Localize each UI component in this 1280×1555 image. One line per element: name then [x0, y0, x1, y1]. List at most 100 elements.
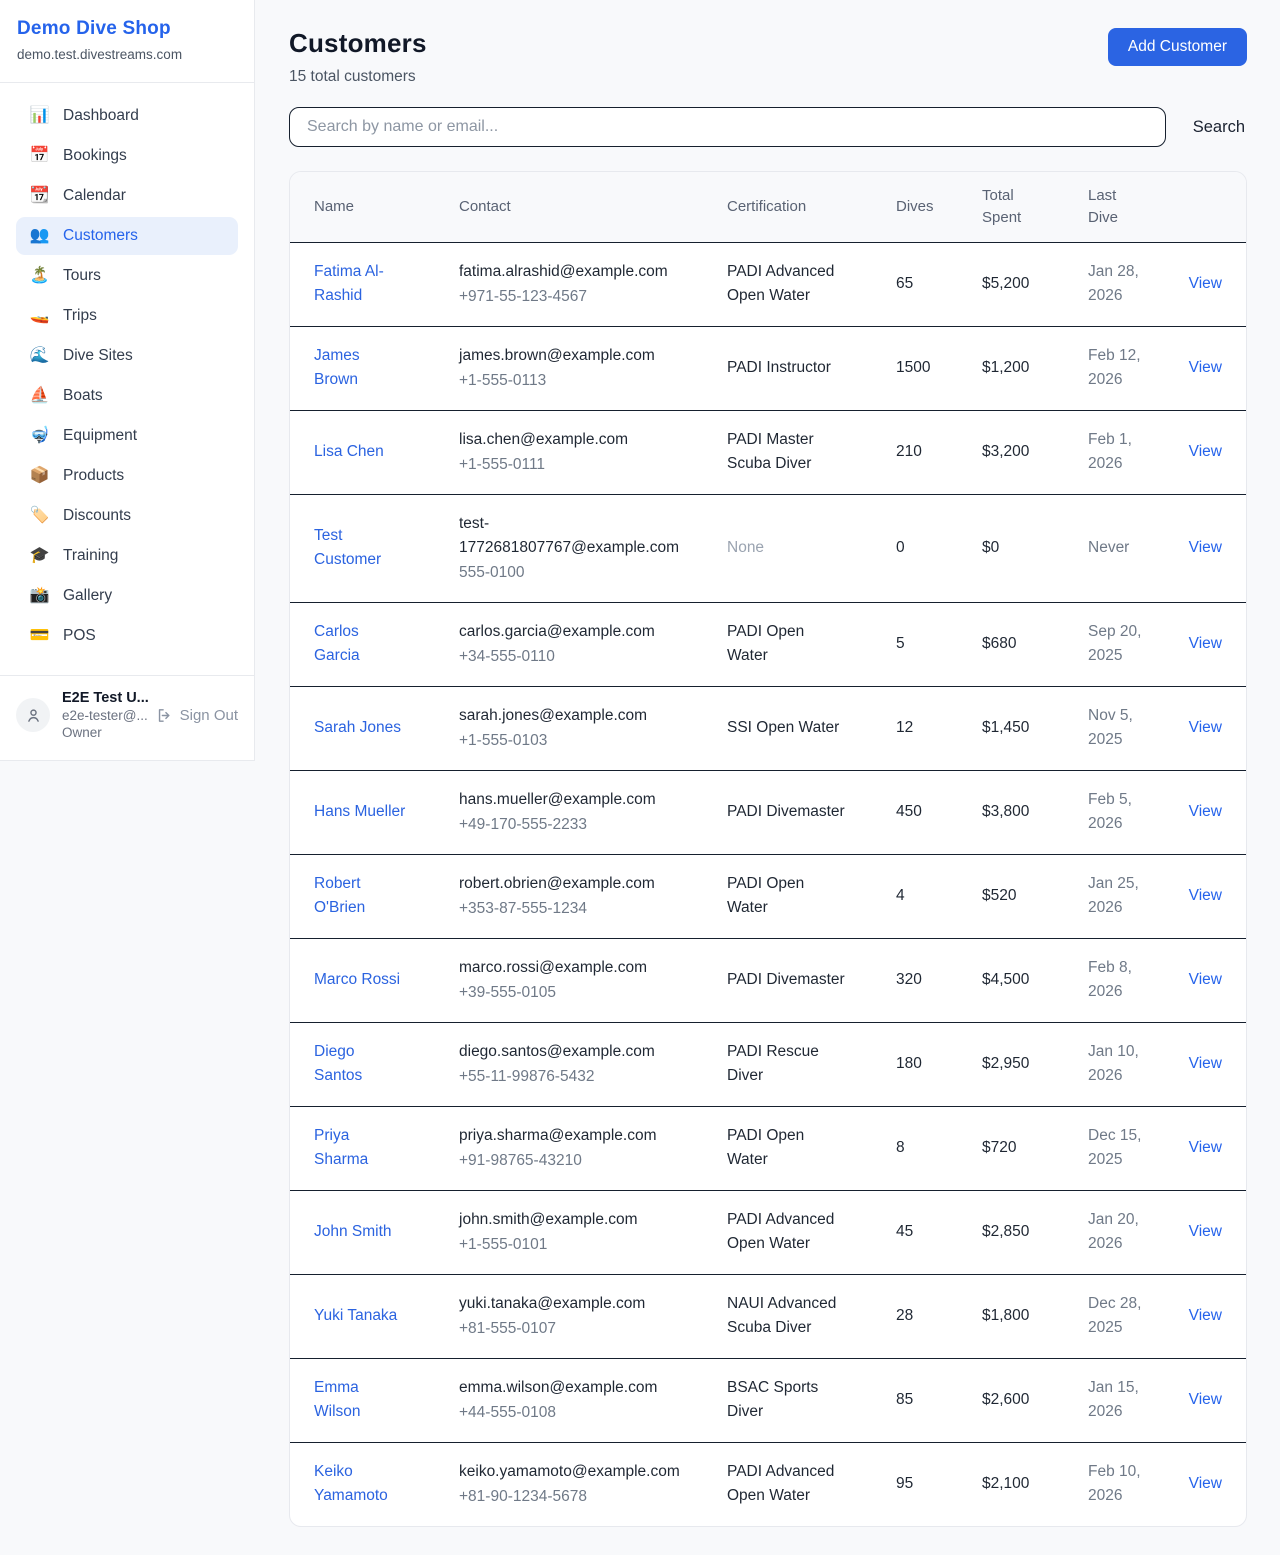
view-link[interactable]: View [1189, 1391, 1222, 1408]
customer-email: sarah.jones@example.com [459, 704, 647, 728]
sidebar-item-dashboard[interactable]: 📊 Dashboard [16, 97, 238, 135]
customer-contact: lisa.chen@example.com +1-555-0111 [459, 428, 628, 477]
user-email: e2e-tester@... [62, 708, 144, 723]
sidebar-item-trips[interactable]: 🚤 Trips [16, 297, 238, 335]
sidebar-item-label: Tours [63, 267, 101, 285]
view-link[interactable]: View [1189, 971, 1222, 988]
customer-name-link[interactable]: Fatima Al-Rashid [314, 260, 406, 308]
user-role: Owner [62, 725, 144, 740]
customer-name-link[interactable]: John Smith [314, 1220, 392, 1244]
sidebar-item-gallery[interactable]: 📸 Gallery [16, 577, 238, 615]
customer-name-link[interactable]: Test Customer [314, 524, 406, 572]
customer-last-dive: Jan 15, 2026 [1088, 1376, 1160, 1424]
view-link[interactable]: View [1189, 1307, 1222, 1324]
customer-email: priya.sharma@example.com [459, 1124, 657, 1148]
customer-name-link[interactable]: Marco Rossi [314, 968, 400, 992]
table-row: Sarah Jones sarah.jones@example.com +1-5… [290, 686, 1247, 770]
view-link[interactable]: View [1189, 803, 1222, 820]
customer-name-link[interactable]: Robert O'Brien [314, 872, 406, 920]
sidebar-header: Demo Dive Shop demo.test.divestreams.com [0, 0, 254, 83]
sidebar-nav: 📊 Dashboard 📅 Bookings 📆 Calendar 👥 Cust… [0, 83, 254, 665]
view-link[interactable]: View [1189, 719, 1222, 736]
column-header-actions [1181, 172, 1247, 242]
customer-name-link[interactable]: Lisa Chen [314, 440, 384, 464]
customer-total-spent: $2,100 [982, 1475, 1029, 1492]
column-header-contact: Contact [459, 172, 727, 242]
customer-dives: 85 [896, 1391, 913, 1408]
customer-certification: PADI Rescue Diver [727, 1040, 849, 1088]
customer-dives: 12 [896, 719, 913, 736]
customer-last-dive: Jan 28, 2026 [1088, 260, 1160, 308]
view-link[interactable]: View [1189, 635, 1222, 652]
customer-name-link[interactable]: Carlos Garcia [314, 620, 406, 668]
sidebar-item-pos[interactable]: 💳 POS [16, 617, 238, 655]
sidebar-item-calendar[interactable]: 📆 Calendar [16, 177, 238, 215]
customer-certification: PADI Instructor [727, 356, 831, 380]
sidebar-item-customers[interactable]: 👥 Customers [16, 217, 238, 255]
customer-total-spent: $2,850 [982, 1223, 1029, 1240]
customer-phone: +55-11-99876-5432 [459, 1065, 655, 1089]
customer-dives: 320 [896, 971, 922, 988]
view-link[interactable]: View [1189, 539, 1222, 556]
customer-phone: +971-55-123-4567 [459, 285, 668, 309]
table-row: Test Customer test-1772681807767@example… [290, 494, 1247, 602]
view-link[interactable]: View [1189, 1055, 1222, 1072]
customer-phone: +1-555-0113 [459, 369, 655, 393]
trips-icon: 🚤 [29, 308, 50, 324]
view-link[interactable]: View [1189, 359, 1222, 376]
customer-name-link[interactable]: Priya Sharma [314, 1124, 406, 1172]
sidebar: Demo Dive Shop demo.test.divestreams.com… [0, 0, 255, 761]
view-link[interactable]: View [1189, 1475, 1222, 1492]
sidebar-item-products[interactable]: 📦 Products [16, 457, 238, 495]
customer-name-link[interactable]: Keiko Yamamoto [314, 1460, 406, 1508]
products-icon: 📦 [29, 468, 50, 484]
sidebar-item-tours[interactable]: 🏝️ Tours [16, 257, 238, 295]
page-header-text: Customers 15 total customers [289, 28, 427, 86]
customer-last-dive: Never [1088, 536, 1129, 560]
training-icon: 🎓 [29, 548, 50, 564]
sidebar-item-equipment[interactable]: 🤿 Equipment [16, 417, 238, 455]
search-button[interactable]: Search [1191, 114, 1247, 141]
view-link[interactable]: View [1189, 1139, 1222, 1156]
customer-name-link[interactable]: Hans Mueller [314, 800, 405, 824]
customer-dives: 450 [896, 803, 922, 820]
add-customer-button[interactable]: Add Customer [1108, 28, 1247, 66]
sidebar-item-boats[interactable]: ⛵ Boats [16, 377, 238, 415]
sidebar-item-label: Dashboard [63, 107, 139, 125]
sidebar-item-discounts[interactable]: 🏷️ Discounts [16, 497, 238, 535]
customer-contact: fatima.alrashid@example.com +971-55-123-… [459, 260, 668, 309]
customer-last-dive: Jan 20, 2026 [1088, 1208, 1160, 1256]
customer-phone: +1-555-0111 [459, 453, 628, 477]
customer-name-link[interactable]: Emma Wilson [314, 1376, 406, 1424]
customer-last-dive: Feb 10, 2026 [1088, 1460, 1160, 1508]
view-link[interactable]: View [1189, 275, 1222, 292]
customer-contact: hans.mueller@example.com +49-170-555-223… [459, 788, 656, 837]
customer-contact: diego.santos@example.com +55-11-99876-54… [459, 1040, 655, 1089]
bookings-icon: 📅 [29, 148, 50, 164]
view-link[interactable]: View [1189, 1223, 1222, 1240]
customer-certification: PADI Master Scuba Diver [727, 428, 849, 476]
table-row: Hans Mueller hans.mueller@example.com +4… [290, 770, 1247, 854]
view-link[interactable]: View [1189, 443, 1222, 460]
customer-total-spent: $1,800 [982, 1307, 1029, 1324]
customer-name-link[interactable]: Yuki Tanaka [314, 1304, 397, 1328]
customer-dives: 0 [896, 539, 905, 556]
sign-out-button[interactable]: Sign Out [156, 707, 238, 724]
view-link[interactable]: View [1189, 887, 1222, 904]
sidebar-item-training[interactable]: 🎓 Training [16, 537, 238, 575]
customer-name-link[interactable]: Sarah Jones [314, 716, 401, 740]
sidebar-item-dive-sites[interactable]: 🌊 Dive Sites [16, 337, 238, 375]
sidebar-item-bookings[interactable]: 📅 Bookings [16, 137, 238, 175]
customer-phone: +1-555-0101 [459, 1233, 638, 1257]
search-input[interactable] [289, 107, 1166, 147]
customer-name-link[interactable]: James Brown [314, 344, 406, 392]
customer-name-link[interactable]: Diego Santos [314, 1040, 406, 1088]
table-row: Emma Wilson emma.wilson@example.com +44-… [290, 1358, 1247, 1442]
customer-phone: +353-87-555-1234 [459, 897, 655, 921]
customer-total-spent: $1,200 [982, 359, 1029, 376]
table-row: Marco Rossi marco.rossi@example.com +39-… [290, 938, 1247, 1022]
customer-contact: james.brown@example.com +1-555-0113 [459, 344, 655, 393]
column-header-last-dive: Last Dive [1088, 172, 1181, 242]
pos-icon: 💳 [29, 628, 50, 644]
customer-contact: yuki.tanaka@example.com +81-555-0107 [459, 1292, 645, 1341]
